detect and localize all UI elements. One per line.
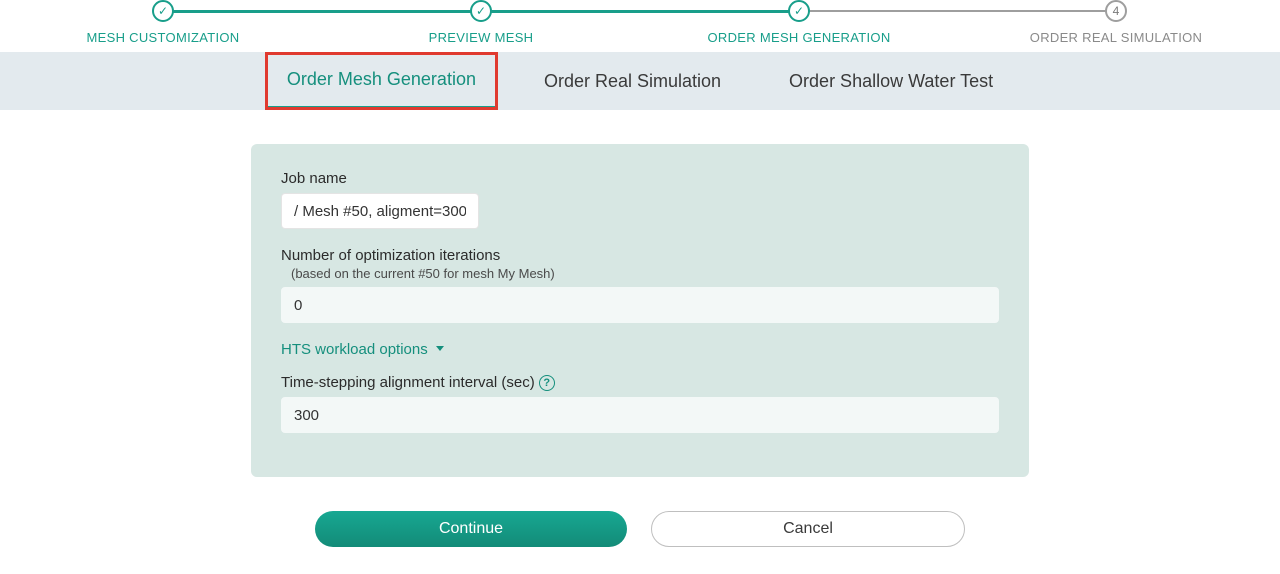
stepper-connector xyxy=(163,10,481,13)
tabs-bar: Order Mesh Generation Order Real Simulat… xyxy=(0,52,1280,110)
check-icon: ✓ xyxy=(794,4,804,18)
ts-label-row: Time-stepping alignment interval (sec) ? xyxy=(281,374,999,391)
jobname-input[interactable] xyxy=(281,193,479,229)
help-icon[interactable]: ? xyxy=(539,375,555,391)
check-icon: ✓ xyxy=(158,4,168,18)
step-node-3[interactable]: ✓ xyxy=(788,0,810,22)
hts-workload-toggle[interactable]: HTS workload options xyxy=(281,341,999,358)
step-node-2[interactable]: ✓ xyxy=(470,0,492,22)
chevron-down-icon xyxy=(434,341,446,358)
cancel-button[interactable]: Cancel xyxy=(651,511,965,547)
stepper: ✓ MESH CUSTOMIZATION ✓ PREVIEW MESH ✓ OR… xyxy=(0,0,1280,52)
check-icon: ✓ xyxy=(476,4,486,18)
step-label-1: MESH CUSTOMIZATION xyxy=(87,30,240,45)
iters-sublabel: (based on the current #50 for mesh My Me… xyxy=(281,266,999,281)
step-node-1[interactable]: ✓ xyxy=(152,0,174,22)
iters-label: Number of optimization iterations xyxy=(281,247,999,264)
tab-order-mesh-generation[interactable]: Order Mesh Generation xyxy=(265,52,498,110)
ts-label: Time-stepping alignment interval (sec) xyxy=(281,374,535,391)
step-label-3: ORDER MESH GENERATION xyxy=(707,30,890,45)
stepper-connector xyxy=(481,10,799,13)
step-node-4[interactable]: 4 xyxy=(1105,0,1127,22)
tab-order-real-simulation[interactable]: Order Real Simulation xyxy=(522,52,743,110)
ts-interval-input[interactable] xyxy=(281,397,999,433)
step-label-4: ORDER REAL SIMULATION xyxy=(1030,30,1202,45)
step-label-2: PREVIEW MESH xyxy=(429,30,534,45)
jobname-label: Job name xyxy=(281,170,999,187)
actions-row: Continue Cancel xyxy=(251,511,1029,547)
iters-input[interactable] xyxy=(281,287,999,323)
stepper-connector xyxy=(799,10,1116,12)
hts-label: HTS workload options xyxy=(281,341,428,358)
step-number: 4 xyxy=(1113,4,1120,18)
continue-button[interactable]: Continue xyxy=(315,511,627,547)
order-form-card: Job name Number of optimization iteratio… xyxy=(251,144,1029,477)
tab-order-shallow-water-test[interactable]: Order Shallow Water Test xyxy=(767,52,1015,110)
